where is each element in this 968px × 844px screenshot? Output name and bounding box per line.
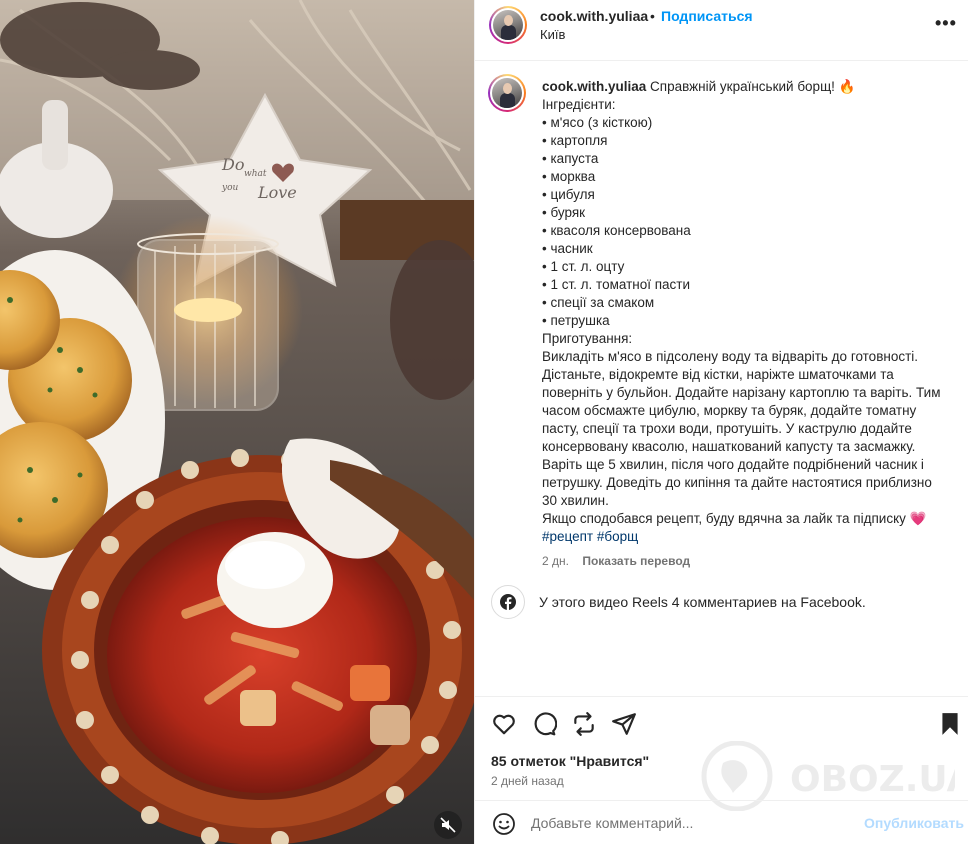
- post-panel: cook.with.yuliaa • Подписаться Київ ••• …: [474, 0, 968, 844]
- caption-line: • буряк: [542, 205, 586, 220]
- caption-method: Викладіть м'ясо в підсолену воду та відв…: [542, 349, 941, 508]
- more-options-icon[interactable]: •••: [935, 13, 957, 34]
- location-link[interactable]: Київ: [540, 27, 565, 42]
- action-section: 85 отметок "Нравится" 2 дней назад OBOZ.…: [475, 696, 968, 844]
- separator-dot: •: [650, 8, 655, 24]
- hashtag-link[interactable]: #рецепт: [542, 529, 593, 544]
- star-text-do: Do: [221, 155, 244, 174]
- follow-button[interactable]: Подписаться: [661, 8, 753, 24]
- comment-input[interactable]: [531, 810, 831, 836]
- caption-line: • 1 ст. л. оцту: [542, 259, 625, 274]
- likes-count[interactable]: 85 отметок "Нравится": [491, 753, 649, 769]
- heart-icon[interactable]: [491, 711, 517, 737]
- caption-line: Інгредієнти:: [542, 97, 616, 112]
- translate-link[interactable]: Показать перевод: [582, 554, 690, 568]
- caption-line: • цибуля: [542, 187, 595, 202]
- post-header: cook.with.yuliaa • Подписаться Київ •••: [475, 0, 968, 61]
- mute-button[interactable]: [434, 811, 462, 839]
- publish-button[interactable]: Опубликовать: [864, 815, 964, 831]
- caption-line: • спеції за смаком: [542, 295, 655, 310]
- caption-line: • морква: [542, 169, 596, 184]
- caption-line: • петрушка: [542, 313, 610, 328]
- caption-closing: Якщо сподобався рецепт, буду вдячна за л…: [542, 511, 927, 526]
- muted-speaker-icon: [440, 817, 456, 833]
- repost-icon[interactable]: [571, 711, 597, 737]
- caption-line: • м'ясо (з кісткою): [542, 115, 653, 130]
- comment-icon[interactable]: [531, 711, 557, 737]
- star-text-you: you: [221, 183, 239, 193]
- caption-line: • квасоля консервована: [542, 223, 691, 238]
- caption-title: Справжній український борщ! 🔥: [650, 79, 856, 94]
- share-icon[interactable]: [611, 711, 637, 737]
- caption-line: Приготування:: [542, 331, 633, 346]
- facebook-comments-text[interactable]: У этого видео Reels 4 комментариев на Fa…: [539, 594, 866, 610]
- comment-bar: Опубликовать: [475, 800, 968, 844]
- caption-avatar[interactable]: [488, 74, 526, 112]
- caption-line: • картопля: [542, 133, 608, 148]
- star-text-love: Love: [257, 183, 297, 202]
- posted-ago: 2 дней назад: [491, 774, 564, 788]
- author-username[interactable]: cook.with.yuliaa: [540, 8, 648, 24]
- caption-username[interactable]: cook.with.yuliaa: [542, 79, 646, 94]
- star-text-what: what: [244, 169, 267, 179]
- caption-line: • капуста: [542, 151, 599, 166]
- caption-meta: 2 дн. Показать перевод: [542, 554, 690, 568]
- hashtag-link[interactable]: #борщ: [597, 529, 638, 544]
- author-avatar[interactable]: [489, 6, 527, 44]
- post-time: 2 дн.: [542, 554, 569, 568]
- caption-line: • 1 ст. л. томатної пасти: [542, 277, 691, 292]
- watermark-text: OBOZ.UA: [790, 759, 955, 800]
- caption-text: cook.with.yuliaa Справжній український б…: [542, 78, 946, 546]
- borscht-photo: Do what you Love: [0, 0, 474, 844]
- reel-video[interactable]: Do what you Love: [0, 0, 474, 844]
- hashtags: #рецепт #борщ: [542, 528, 946, 546]
- bookmark-icon[interactable]: [937, 711, 963, 737]
- facebook-icon: [491, 585, 525, 619]
- emoji-icon[interactable]: [492, 812, 516, 836]
- caption-line: • часник: [542, 241, 593, 256]
- facebook-comments-note: У этого видео Reels 4 комментариев на Fa…: [491, 585, 866, 619]
